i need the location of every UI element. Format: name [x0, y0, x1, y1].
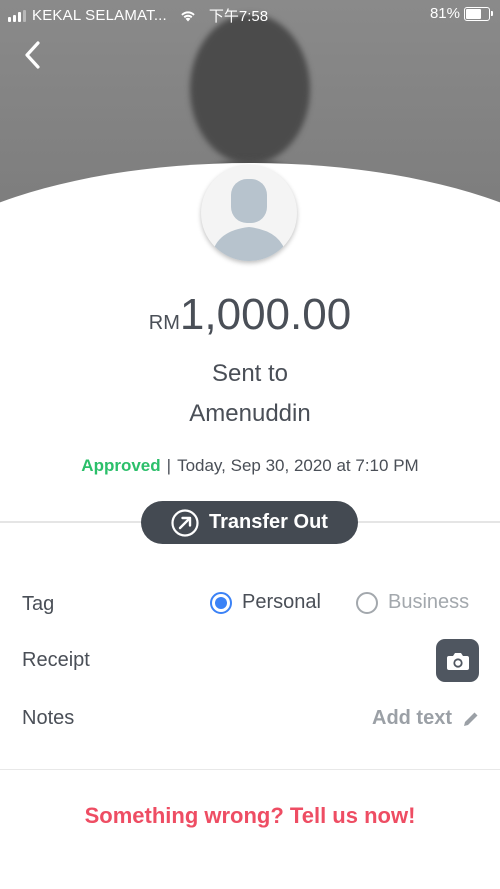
currency-code: RM	[148, 312, 180, 334]
transaction-type-label: Transfer Out	[209, 511, 328, 533]
add-notes-button[interactable]: Add text	[372, 707, 480, 730]
radio-unselected-icon	[356, 591, 378, 614]
sent-to-label: Sent to	[211, 360, 289, 387]
status-time: 下午7:58	[208, 8, 269, 25]
carrier-name: KEKAL SELAMAT...	[32, 7, 167, 24]
pencil-icon	[464, 712, 478, 726]
tag-option-label: Personal	[242, 591, 321, 613]
status-badge: Approved	[81, 456, 161, 475]
chevron-left-icon	[25, 41, 40, 69]
camera-icon	[446, 652, 469, 670]
amount-value: 1,000.00	[179, 290, 352, 339]
footer-divider	[0, 769, 500, 770]
tag-option-business[interactable]: Business	[356, 591, 469, 614]
report-problem-link[interactable]: Something wrong? Tell us now!	[0, 803, 500, 829]
arrow-up-right-circle-icon	[171, 508, 199, 537]
radio-selected-icon	[210, 591, 232, 614]
recipient-name: Amenuddin	[189, 400, 311, 427]
add-receipt-button[interactable]	[436, 639, 479, 682]
status-line: Approved | Today, Sep 30, 2020 at 7:10 PM	[0, 456, 500, 476]
transaction-amount: RM1,000.00	[0, 290, 500, 340]
transaction-type-badge: Transfer Out	[141, 501, 358, 544]
person-icon	[211, 179, 287, 261]
banner-silhouette-head	[190, 14, 310, 164]
transaction-datetime: Today, Sep 30, 2020 at 7:10 PM	[177, 456, 419, 475]
back-button[interactable]	[20, 38, 50, 72]
tag-option-personal[interactable]: Personal	[210, 591, 321, 614]
tag-option-label: Business	[388, 591, 470, 613]
wifi-icon	[181, 11, 195, 22]
status-separator: |	[166, 456, 172, 475]
receipt-label: Receipt	[22, 649, 90, 671]
status-bar: KEKAL SELAMAT... 下午7:58 81%	[0, 0, 500, 28]
signal-icon	[8, 9, 26, 22]
recipient-avatar	[201, 165, 297, 261]
add-text-label: Add text	[372, 707, 452, 729]
battery-icon	[464, 6, 493, 21]
battery-percent: 81%	[429, 5, 460, 22]
